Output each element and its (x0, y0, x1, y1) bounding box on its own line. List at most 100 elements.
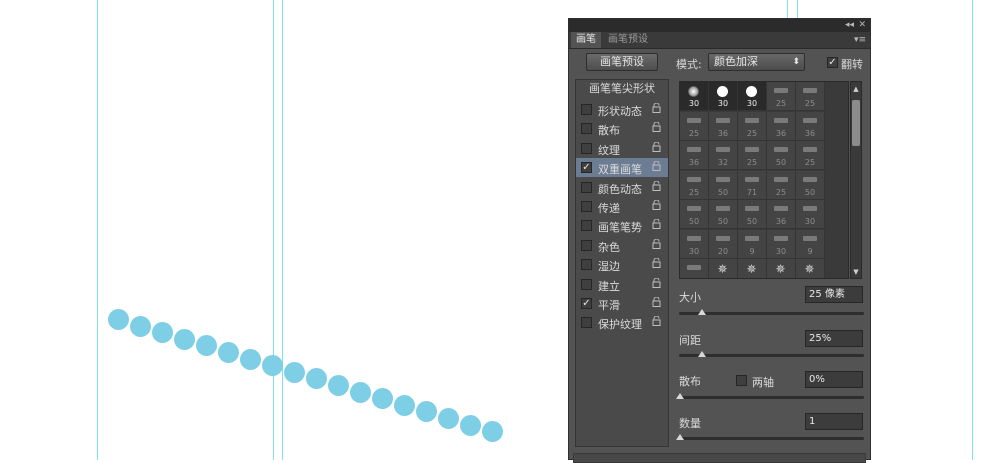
lock-icon[interactable] (652, 277, 661, 291)
size-slider[interactable] (679, 309, 864, 315)
lock-icon[interactable] (652, 238, 661, 252)
option-row[interactable]: ✓ 双重画笔 (576, 158, 668, 178)
collapse-icon[interactable]: ◂◂ (845, 19, 854, 32)
option-row[interactable]: ✓ 平滑 (576, 294, 668, 313)
option-row[interactable]: 保护纹理 (576, 313, 668, 332)
brush-tip-cell[interactable]: 25 (738, 111, 767, 141)
spacing-slider-thumb[interactable] (698, 351, 707, 357)
brush-tip-cell[interactable]: 36 (767, 111, 796, 141)
brush-tip-cell[interactable]: 30 (767, 229, 796, 259)
brush-size-label: 36 (775, 217, 787, 226)
option-checkbox[interactable] (581, 317, 592, 329)
option-checkbox[interactable]: ✓ (581, 298, 592, 309)
lock-icon[interactable] (652, 102, 661, 116)
scatter-field[interactable]: 0% (805, 371, 863, 388)
lock-icon[interactable] (652, 141, 661, 155)
size-slider-thumb[interactable] (698, 309, 707, 315)
brush-tip-cell[interactable]: 36 (709, 111, 738, 141)
brush-tip-cell[interactable]: 50 (709, 170, 738, 200)
brush-tip-cell[interactable]: 36 (796, 111, 825, 141)
brush-tip-cell[interactable]: 36 (767, 200, 796, 229)
option-checkbox[interactable] (581, 123, 592, 135)
both-axes-checkbox[interactable] (736, 375, 747, 386)
option-checkbox[interactable] (581, 259, 592, 271)
brush-tip-cell[interactable] (680, 259, 709, 278)
brush-tip-cell[interactable]: 25 (680, 111, 709, 141)
lock-icon[interactable] (652, 296, 661, 310)
brush-tip-cell[interactable]: 30 (796, 200, 825, 229)
option-row[interactable]: 颜色动态 (576, 178, 668, 197)
option-row[interactable]: 杂色 (576, 236, 668, 255)
brush-tip-cell[interactable]: 25 (738, 141, 767, 170)
panel-menu-icon[interactable]: ▾≡ (854, 32, 866, 48)
brush-tip-cell[interactable]: 25 (796, 141, 825, 170)
option-row[interactable]: 散布 (576, 119, 668, 138)
brush-tip-cell[interactable]: ✵ (738, 259, 767, 278)
brush-tip-cell[interactable]: 50 (796, 170, 825, 200)
option-checkbox[interactable]: ✓ (581, 162, 592, 174)
brush-tip-cell[interactable]: ✵ (796, 259, 825, 278)
option-row[interactable]: 形状动态 (576, 100, 668, 119)
option-checkbox[interactable] (581, 278, 592, 290)
tab-brush-presets[interactable]: 画笔预设 (603, 32, 653, 48)
scroll-up-icon[interactable]: ▲ (851, 85, 861, 93)
grid-scrollbar[interactable]: ▲ ▼ (850, 81, 862, 279)
brush-tip-cell[interactable]: 36 (680, 141, 709, 170)
option-checkbox[interactable] (581, 104, 592, 115)
option-row[interactable]: 画笔笔势 (576, 216, 668, 235)
brush-tip-cell[interactable]: 25 (680, 170, 709, 200)
brush-tip-cell[interactable]: 30 (709, 82, 738, 111)
option-checkbox[interactable] (581, 201, 592, 212)
tab-brush[interactable]: 画笔 (571, 32, 601, 48)
brush-tip-shape-item[interactable]: 画笔笔尖形状 (576, 80, 668, 98)
brush-tip-cell[interactable]: ✵ (709, 259, 738, 278)
brush-tip-cell[interactable]: 50 (680, 200, 709, 229)
brush-tip-cell[interactable]: 32 (709, 141, 738, 170)
lock-icon[interactable] (652, 199, 661, 213)
brush-tip-grid[interactable]: 30 30 30 25 25 25 36 25 36 36 36 32 25 50 25 25 50 71 25 50… (679, 81, 849, 279)
close-icon[interactable]: ✕ (858, 19, 866, 32)
panel-titlebar[interactable]: ◂◂ ✕ (569, 19, 870, 32)
brush-tip-cell[interactable]: 30 (680, 82, 709, 111)
mode-select[interactable]: 颜色加深 ⬍ (708, 53, 805, 71)
count-field[interactable]: 1 (805, 413, 863, 430)
lock-icon[interactable] (652, 218, 661, 232)
scatter-slider-thumb[interactable] (676, 393, 684, 399)
lock-icon[interactable] (652, 160, 661, 174)
brush-tip-cell[interactable]: 25 (767, 170, 796, 200)
option-row[interactable]: 纹理 (576, 139, 668, 158)
brush-tip-cell[interactable]: 30 (738, 82, 767, 111)
brush-tip-cell[interactable]: 30 (680, 229, 709, 259)
brush-tip-cell[interactable]: 9 (738, 229, 767, 259)
option-row[interactable]: 湿边 (576, 255, 668, 274)
flip-checkbox[interactable]: ✓ (827, 57, 838, 68)
size-field[interactable]: 25 像素 (805, 286, 863, 303)
count-slider[interactable] (676, 434, 864, 440)
lock-icon[interactable] (652, 121, 661, 135)
brush-tip-cell[interactable]: 50 (709, 200, 738, 229)
lock-icon[interactable] (652, 257, 661, 271)
brush-presets-button[interactable]: 画笔预设 (586, 53, 658, 71)
option-checkbox[interactable] (581, 142, 592, 154)
brush-tip-cell[interactable]: 50 (738, 200, 767, 229)
spacing-slider[interactable] (679, 351, 864, 357)
brush-tip-cell[interactable]: 9 (796, 229, 825, 259)
scatter-slider[interactable] (676, 393, 864, 399)
option-row[interactable]: 建立 (576, 275, 668, 294)
count-slider-thumb[interactable] (676, 434, 684, 440)
brush-tip-cell[interactable]: 20 (709, 229, 738, 259)
option-checkbox[interactable] (581, 181, 592, 193)
scroll-down-icon[interactable]: ▼ (851, 268, 861, 276)
lock-icon[interactable] (652, 315, 661, 329)
brush-tip-cell[interactable]: ✵ (767, 259, 796, 278)
spacing-field[interactable]: 25% (805, 330, 863, 347)
brush-tip-cell[interactable]: 25 (796, 82, 825, 111)
option-checkbox[interactable] (581, 239, 592, 251)
brush-tip-cell[interactable]: 25 (767, 82, 796, 111)
option-checkbox[interactable] (581, 220, 592, 232)
option-row[interactable]: 传递 (576, 197, 668, 216)
brush-tip-cell[interactable]: 50 (767, 141, 796, 170)
lock-icon[interactable] (652, 180, 661, 194)
scroll-thumb[interactable] (852, 100, 860, 146)
brush-tip-cell[interactable]: 71 (738, 170, 767, 200)
